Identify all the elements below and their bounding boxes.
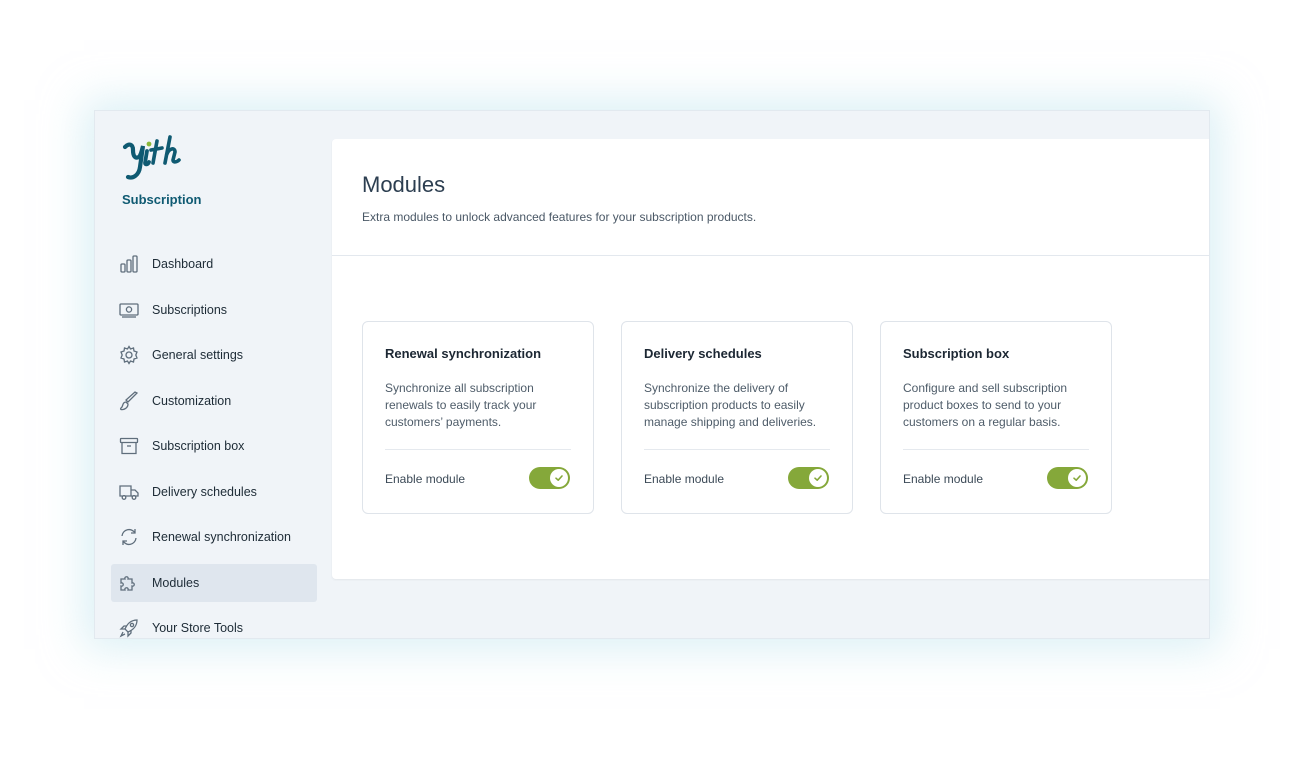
product-name: Subscription	[122, 192, 202, 207]
module-title: Renewal synchronization	[385, 346, 542, 361]
header-divider	[332, 255, 1209, 256]
sidebar-item-label: Subscription box	[152, 439, 245, 453]
card-divider	[385, 449, 571, 450]
card-divider	[644, 449, 830, 450]
sidebar-item-label: Subscriptions	[152, 302, 228, 317]
sidebar-item-label: Customization	[152, 393, 232, 408]
sidebar-item-general-settings[interactable]: General settings	[111, 336, 317, 374]
puzzle-icon	[118, 572, 140, 594]
sidebar-item-label: Renewal synchronization	[152, 530, 291, 544]
sidebar-item-label: Your Store Tools	[152, 621, 244, 635]
sidebar-item-modules[interactable]: Modules	[111, 563, 317, 602]
sync-icon	[118, 526, 140, 548]
app-window: Subscription Dashboard Subscriptions Gen…	[94, 110, 1210, 639]
card-divider	[903, 449, 1089, 450]
sidebar-item-renewal-synchronization[interactable]: Renewal synchronization	[111, 518, 317, 556]
module-card-delivery-schedules: Delivery schedules Synchronize the deliv…	[621, 321, 853, 514]
sidebar-item-delivery-schedules[interactable]: Delivery schedules	[111, 473, 317, 511]
yith-logo[interactable]	[121, 135, 191, 185]
main-panel: Modules Extra modules to unlock advanced…	[332, 139, 1209, 579]
sidebar-item-subscriptions[interactable]: Subscriptions	[111, 291, 317, 329]
module-description: Synchronize all subscription renewals to…	[385, 381, 537, 429]
sidebar-item-customization[interactable]: Customization	[111, 382, 317, 420]
enable-module-toggle[interactable]	[529, 467, 570, 489]
money-icon	[118, 299, 140, 321]
sidebar-item-label: Dashboard	[152, 257, 214, 271]
checkmark-icon	[550, 469, 568, 487]
gear-icon	[118, 344, 140, 366]
module-card-renewal-synchronization: Renewal synchronization Synchronize all …	[362, 321, 594, 514]
sidebar-item-label: Delivery schedules	[152, 484, 257, 499]
enable-module-toggle[interactable]	[1047, 467, 1088, 489]
page-title: Modules	[362, 172, 446, 197]
enable-module-label: Enable module	[903, 472, 984, 486]
archive-box-icon	[118, 435, 140, 457]
module-title: Subscription box	[903, 346, 1010, 361]
truck-icon	[118, 481, 140, 503]
module-card-subscription-box: Subscription box Configure and sell subs…	[880, 321, 1112, 514]
sidebar-item-label: General settings	[152, 348, 244, 362]
page-description: Extra modules to unlock advanced feature…	[362, 210, 757, 224]
sidebar-item-dashboard[interactable]: Dashboard	[111, 245, 317, 283]
checkmark-icon	[1068, 469, 1086, 487]
checkmark-icon	[809, 469, 827, 487]
brush-icon	[118, 390, 140, 412]
module-description: Synchronize the delivery of subscription…	[644, 381, 817, 429]
sidebar-item-subscription-box[interactable]: Subscription box	[111, 427, 317, 465]
module-description: Configure and sell subscription product …	[903, 381, 1068, 429]
module-title: Delivery schedules	[644, 346, 762, 361]
sidebar-item-your-store-tools[interactable]: Your Store Tools	[111, 609, 317, 638]
bar-chart-icon	[118, 253, 140, 275]
enable-module-label: Enable module	[644, 472, 725, 486]
sidebar-nav: Dashboard Subscriptions General settings…	[111, 245, 317, 638]
rocket-icon	[118, 617, 140, 638]
enable-module-toggle[interactable]	[788, 467, 829, 489]
enable-module-label: Enable module	[385, 472, 466, 486]
sidebar-item-label: Modules	[152, 575, 200, 590]
